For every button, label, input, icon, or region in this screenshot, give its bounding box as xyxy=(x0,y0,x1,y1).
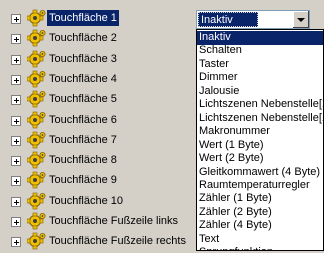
dropdown-option[interactable]: Zähler (2 Byte) xyxy=(197,206,323,220)
tree-item-label: Touchfläche 5 xyxy=(49,93,117,106)
tree-item-label: Touchfläche 9 xyxy=(49,174,117,187)
settings-gear-icon xyxy=(26,232,47,250)
dropdown-option[interactable]: Wert (1 Byte) xyxy=(197,139,323,153)
dropdown-option[interactable]: Jalousie xyxy=(197,85,323,99)
expand-icon[interactable] xyxy=(11,135,21,146)
expand-icon[interactable] xyxy=(11,54,21,65)
dropdown-option[interactable]: Text xyxy=(197,233,323,247)
tree-item[interactable]: Touchfläche Fußzeile rechts xyxy=(0,231,195,251)
tree-item-label: Touchfläche 3 xyxy=(49,52,117,65)
settings-gear-icon xyxy=(26,212,47,230)
settings-gear-icon xyxy=(26,131,47,149)
dropdown-option[interactable]: Wert (2 Byte) xyxy=(197,152,323,166)
tree-item-label: Touchfläche Fußzeile links xyxy=(49,215,179,227)
expand-icon[interactable] xyxy=(11,14,21,24)
tree-item-label: Touchfläche 1 xyxy=(47,10,119,26)
expand-icon[interactable] xyxy=(11,34,21,45)
dropdown-option[interactable]: Gleitkommawert (4 Byte) xyxy=(197,166,323,180)
tree-item[interactable]: Touchfläche 6 xyxy=(0,110,195,130)
expand-icon[interactable] xyxy=(11,156,21,167)
settings-gear-icon xyxy=(26,192,47,210)
tree-item[interactable]: Touchfläche 5 xyxy=(0,89,195,109)
expand-icon[interactable] xyxy=(11,95,21,106)
expand-icon[interactable] xyxy=(11,74,21,85)
tree-item-label: Touchfläche 8 xyxy=(49,154,117,167)
settings-gear-icon xyxy=(26,151,47,169)
dropdown-option[interactable]: Zähler (4 Byte) xyxy=(197,219,323,233)
expand-icon[interactable] xyxy=(11,176,21,187)
settings-gear-icon xyxy=(26,50,47,68)
tree-item-label: Touchfläche Fußzeile rechts xyxy=(49,235,186,248)
tree-item[interactable]: Touchfläche 9 xyxy=(0,170,195,190)
dropdown-option[interactable]: Raumtemperaturregler xyxy=(197,179,323,193)
tree-item[interactable]: Touchfläche 2 xyxy=(0,28,195,48)
tree-item[interactable]: Touchfläche 4 xyxy=(0,69,195,89)
dropdown-option[interactable]: Sprungfunktion xyxy=(197,246,323,250)
dropdown-option[interactable]: Inaktiv xyxy=(197,31,323,45)
chevron-down-icon[interactable] xyxy=(292,11,309,28)
function-dropdown-list[interactable]: Inaktiv Schalten Taster Dimmer Jalousie Licht… xyxy=(196,29,324,251)
combobox-value[interactable]: Inaktiv xyxy=(198,12,258,27)
expand-icon[interactable] xyxy=(11,237,21,248)
tree-item[interactable]: Touchfläche 3 xyxy=(0,49,195,69)
dropdown-option[interactable]: Dimmer xyxy=(197,71,323,85)
dropdown-option[interactable]: Makronummer xyxy=(197,125,323,139)
tree-item-label: Touchfläche 7 xyxy=(49,133,117,146)
tree-item[interactable]: Touchfläche Fußzeile links xyxy=(0,211,195,231)
tree-item-label: Touchfläche 6 xyxy=(49,113,117,126)
dropdown-option[interactable]: Taster xyxy=(197,58,323,72)
dropdown-option[interactable]: Lichtszenen Nebenstelle[1 xyxy=(197,112,323,126)
tree-item[interactable]: Touchfläche 8 xyxy=(0,150,195,170)
settings-gear-icon xyxy=(26,70,47,88)
tree-item-label: Touchfläche 4 xyxy=(49,72,117,85)
expand-icon[interactable] xyxy=(11,196,21,207)
tree-item[interactable]: Touchfläche 1 xyxy=(0,8,195,28)
function-combobox[interactable]: Inaktiv xyxy=(196,10,310,29)
settings-gear-icon xyxy=(26,111,47,129)
settings-gear-icon xyxy=(26,90,47,108)
settings-gear-icon xyxy=(26,171,47,189)
expand-icon[interactable] xyxy=(11,217,21,227)
expand-icon[interactable] xyxy=(11,115,21,126)
tree-item[interactable]: Touchfläche 10 xyxy=(0,191,195,211)
tree-item-label: Touchfläche 2 xyxy=(49,32,117,45)
settings-gear-icon xyxy=(26,29,47,47)
dropdown-option[interactable]: Zähler (1 Byte) xyxy=(197,192,323,206)
tree-item[interactable]: Touchfläche 7 xyxy=(0,130,195,150)
dropdown-option[interactable]: Lichtszenen Nebenstelle[1 xyxy=(197,98,323,112)
settings-gear-icon xyxy=(26,9,47,27)
dropdown-option[interactable]: Schalten xyxy=(197,44,323,58)
tree-item-label: Touchfläche 10 xyxy=(49,194,123,207)
